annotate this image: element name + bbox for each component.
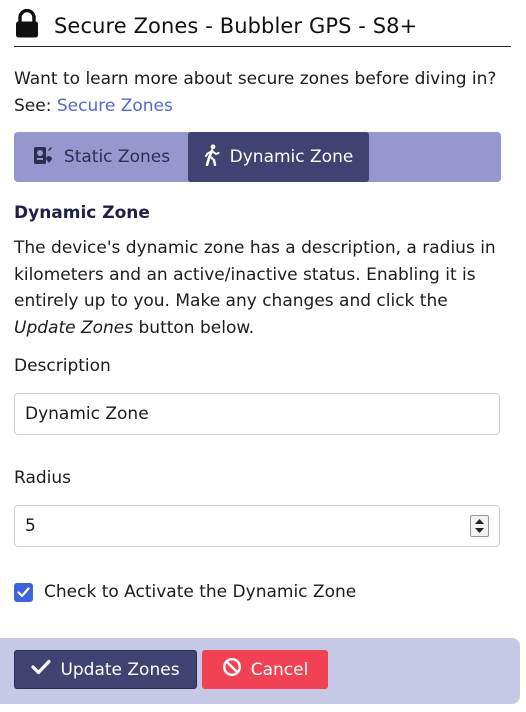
- cancel-button[interactable]: Cancel: [202, 650, 328, 689]
- radius-label: Radius: [14, 468, 72, 488]
- cancel-label: Cancel: [250, 659, 309, 680]
- section-title: Dynamic Zone: [14, 203, 150, 223]
- check-icon: [31, 659, 60, 680]
- activate-row: Check to Activate the Dynamic Zone: [14, 582, 356, 602]
- page-header: Secure Zones - Bubbler GPS - S8+: [14, 6, 511, 47]
- tab-dynamic-zone[interactable]: Dynamic Zone: [188, 132, 369, 182]
- page-title: Secure Zones - Bubbler GPS - S8+: [54, 14, 418, 38]
- update-zones-label: Update Zones: [60, 659, 180, 680]
- radius-input[interactable]: [14, 505, 500, 547]
- description-label: Description: [14, 356, 111, 376]
- tab-static-zones[interactable]: Static Zones: [14, 132, 188, 182]
- description-input[interactable]: [14, 393, 500, 435]
- zone-tabs: Static Zones Dynamic Zone: [14, 132, 501, 182]
- update-zones-button[interactable]: Update Zones: [14, 650, 197, 689]
- activate-label: Check to Activate the Dynamic Zone: [44, 582, 357, 602]
- secure-zones-link[interactable]: Secure Zones: [57, 96, 173, 116]
- form-footer: Update Zones Cancel: [0, 638, 520, 704]
- tab-label: Dynamic Zone: [229, 147, 354, 167]
- tab-label: Static Zones: [63, 147, 171, 167]
- radius-stepper[interactable]: [470, 515, 489, 537]
- ban-icon: [222, 657, 251, 682]
- lock-icon: [14, 8, 54, 43]
- section-description: The device's dynamic zone has a descript…: [14, 238, 496, 338]
- intro-text: Want to learn more about secure zones be…: [14, 69, 497, 116]
- activate-checkbox[interactable]: [14, 582, 33, 602]
- map-pin-icon: [32, 144, 64, 171]
- walking-person-icon: [204, 143, 230, 171]
